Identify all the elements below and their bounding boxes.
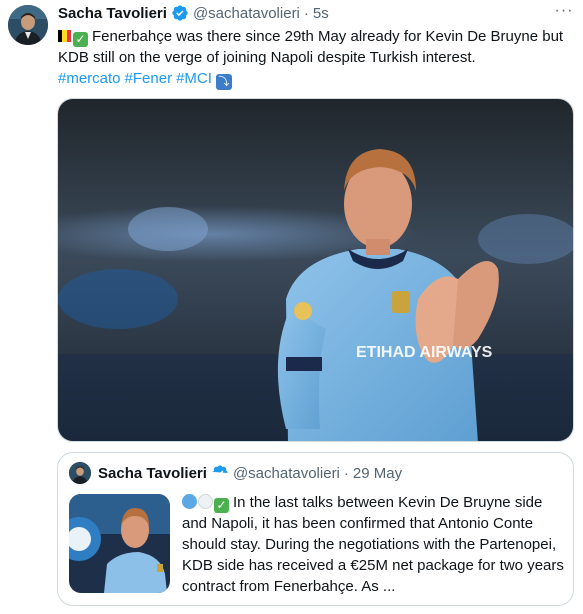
- quoted-tweet-header: Sacha Tavolieri @sachatavolieri · 29 May: [98, 464, 402, 482]
- jersey-sponsor: ETIHAD AIRWAYS: [356, 344, 493, 361]
- tweet-header: Sacha Tavolieri @sachatavolieri · 5s: [58, 4, 329, 22]
- tweet[interactable]: Sacha Tavolieri @sachatavolieri · 5s ···…: [0, 0, 583, 614]
- tweet-text: ✓ Fenerbahçe was there since 29th May alr…: [58, 26, 578, 90]
- check-mark-icon: ✓: [214, 498, 229, 513]
- quoted-tweet-thumbnail[interactable]: [69, 494, 170, 593]
- quoted-author-name[interactable]: Sacha Tavolieri: [98, 465, 207, 482]
- verified-badge-icon: [212, 465, 228, 477]
- quoted-tweet-date[interactable]: 29 May: [353, 465, 402, 482]
- blue-circle-icon: [182, 494, 197, 509]
- more-icon[interactable]: ···: [553, 2, 575, 24]
- tweet-time[interactable]: 5s: [313, 5, 329, 22]
- author-name[interactable]: Sacha Tavolieri: [58, 5, 167, 22]
- separator: ·: [303, 4, 309, 22]
- tweet-media-photo[interactable]: ETIHAD AIRWAYS: [57, 98, 574, 442]
- quoted-tweet-body: In the last talks between Kevin De Bruyn…: [182, 494, 564, 595]
- verified-badge-icon: [172, 5, 188, 21]
- author-avatar[interactable]: [8, 5, 48, 45]
- quoted-tweet-text: ✓ In the last talks between Kevin De Bruy…: [182, 492, 570, 597]
- author-handle[interactable]: @sachatavolieri: [193, 5, 300, 22]
- belgium-flag-icon: [58, 30, 71, 42]
- quoted-author-handle[interactable]: @sachatavolieri: [233, 465, 340, 482]
- arrow-down-right-icon: ⤵: [215, 74, 232, 90]
- separator: ·: [343, 464, 349, 482]
- tweet-body: Fenerbahçe was there since 29th May alre…: [58, 28, 564, 66]
- hashtag-mci[interactable]: #MCI: [176, 70, 212, 87]
- quoted-tweet[interactable]: Sacha Tavolieri @sachatavolieri · 29 May: [57, 452, 574, 606]
- check-mark-icon: ✓: [73, 32, 88, 47]
- white-circle-icon: [198, 494, 213, 509]
- hashtag-fener[interactable]: #Fener: [125, 70, 173, 87]
- quoted-author-avatar[interactable]: [69, 462, 91, 484]
- hashtag-mercato[interactable]: #mercato: [58, 70, 121, 87]
